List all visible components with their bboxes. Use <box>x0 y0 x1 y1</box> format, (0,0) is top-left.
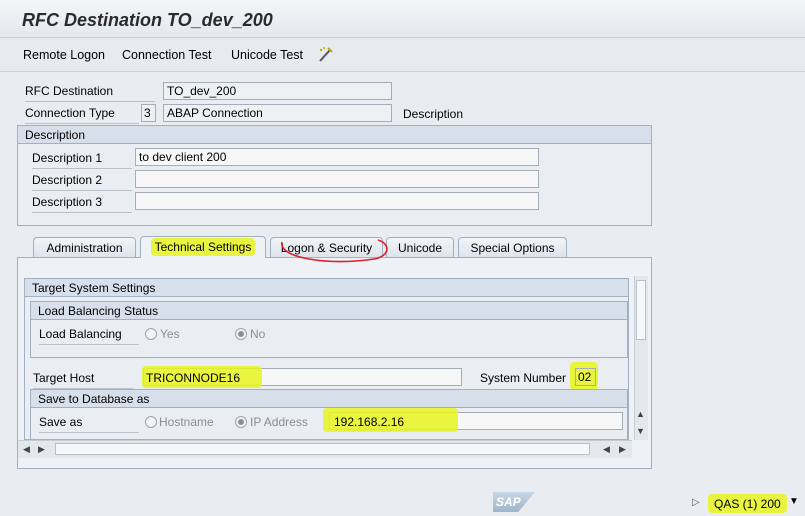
target-host-value: TRICONNODE16 <box>146 371 241 385</box>
load-balancing-no-label: No <box>250 327 266 341</box>
description-group-title: Description <box>18 126 651 144</box>
scroll-left-icon[interactable]: ◀ <box>23 444 30 455</box>
rfc-destination-label: RFC Destination <box>25 84 155 102</box>
save-hostname-label: Hostname <box>159 415 214 429</box>
save-ip-radio[interactable] <box>235 416 247 428</box>
unicode-test-button[interactable]: Unicode Test <box>231 48 303 62</box>
description-1-field[interactable]: to dev client 200 <box>135 148 539 166</box>
status-bar <box>0 490 805 516</box>
system-number-label: System Number <box>480 371 567 385</box>
remote-logon-button[interactable]: Remote Logon <box>23 48 105 62</box>
page-title: RFC Destination TO_dev_200 <box>22 10 273 30</box>
pencil-wand-icon[interactable] <box>315 45 335 65</box>
horizontal-scroll-thumb[interactable] <box>55 443 590 455</box>
save-database-title: Save to Database as <box>31 390 627 408</box>
save-as-label: Save as <box>39 415 139 433</box>
description-3-field[interactable] <box>135 192 539 210</box>
application-toolbar <box>0 38 805 72</box>
rfc-destination-field[interactable]: TO_dev_200 <box>163 82 392 100</box>
description-link[interactable]: Description <box>403 107 463 121</box>
save-hostname-radio[interactable] <box>145 416 157 428</box>
load-balancing-title: Load Balancing Status <box>31 302 627 320</box>
description-2-field[interactable] <box>135 170 539 188</box>
load-balancing-yes-label: Yes <box>160 327 180 341</box>
tab-special-options[interactable]: Special Options <box>458 237 567 257</box>
system-info[interactable]: QAS (1) 200 <box>714 497 781 511</box>
load-balancing-label: Load Balancing <box>39 327 139 345</box>
target-host-label: Target Host <box>33 371 133 389</box>
vertical-scroll-thumb[interactable] <box>636 280 646 340</box>
connection-type-code-field[interactable]: 3 <box>141 104 156 122</box>
connection-type-field[interactable]: ABAP Connection <box>163 104 392 122</box>
system-number-field[interactable]: 02 <box>575 368 596 386</box>
tab-technical-settings[interactable]: Technical Settings <box>140 236 266 258</box>
annotation-circle <box>281 239 388 263</box>
load-balancing-yes-radio[interactable] <box>145 328 157 340</box>
description-3-label: Description 3 <box>32 195 132 213</box>
scroll-down-icon[interactable]: ▼ <box>636 426 645 436</box>
scroll-right-icon[interactable]: ▶ <box>38 444 45 455</box>
connection-type-label: Connection Type <box>25 106 139 124</box>
tab-administration[interactable]: Administration <box>33 237 136 257</box>
connection-test-button[interactable]: Connection Test <box>122 48 211 62</box>
target-system-title: Target System Settings <box>25 279 628 297</box>
description-1-label: Description 1 <box>32 151 132 169</box>
scroll-left-end-icon[interactable]: ◀ <box>603 444 610 455</box>
tab-unicode[interactable]: Unicode <box>386 237 454 257</box>
save-ip-label: IP Address <box>250 415 308 429</box>
status-expand-icon[interactable]: ▷ <box>692 497 700 508</box>
description-2-label: Description 2 <box>32 173 132 191</box>
load-balancing-no-radio[interactable] <box>235 328 247 340</box>
system-dropdown-icon[interactable]: ▼ <box>789 496 799 507</box>
scroll-up-icon[interactable]: ▲ <box>636 409 645 419</box>
scroll-right-end-icon[interactable]: ▶ <box>619 444 626 455</box>
ip-address-value: 192.168.2.16 <box>334 415 405 429</box>
tab-technical-settings-label: Technical Settings <box>150 238 256 256</box>
sap-logo-text: SAP <box>496 495 521 509</box>
